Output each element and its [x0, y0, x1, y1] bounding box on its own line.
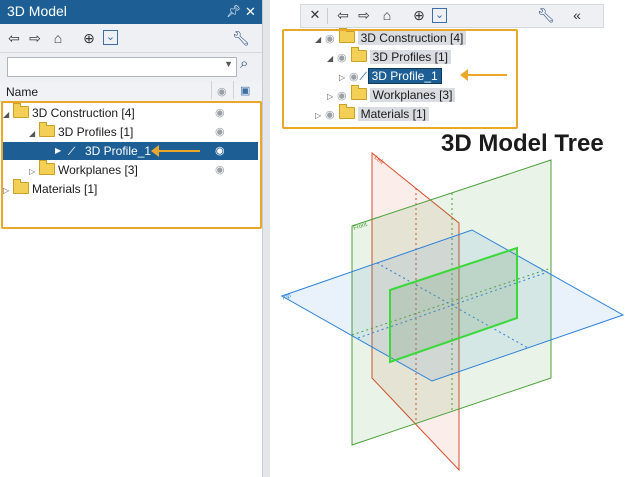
wrench-icon[interactable]: 🔧︎	[232, 30, 250, 46]
home-icon[interactable]: ⌂	[50, 30, 66, 46]
3d-viewport[interactable]: Left Front Top	[270, 140, 637, 477]
expand-icon[interactable]: ⌄	[432, 8, 447, 23]
panel-toolbar: ⇦ ⇨ ⌂ ⊕ ⌄ 🔧︎	[0, 24, 262, 53]
close-icon[interactable]: ✕	[245, 4, 256, 20]
arrow-left-icon[interactable]: ⇦	[6, 30, 22, 46]
wrench-icon[interactable]: 🔧︎	[537, 7, 555, 23]
highlight-box-left	[1, 101, 262, 229]
arrow-right-icon[interactable]: ⇨	[356, 7, 372, 23]
close-icon[interactable]: ✕	[307, 7, 323, 23]
collapse-icon[interactable]: «	[569, 7, 585, 23]
arrow-left-icon[interactable]: ⇦	[335, 7, 351, 23]
home-icon[interactable]: ⌂	[379, 7, 395, 23]
crosshair-icon[interactable]: ⊕	[411, 7, 427, 23]
crosshair-icon[interactable]: ⊕	[81, 30, 97, 46]
search-icon[interactable]: ⌕	[240, 55, 248, 72]
column-name-label: Name	[6, 85, 39, 99]
pin-icon[interactable]: 📌︎	[226, 4, 241, 18]
search-input[interactable]: ▼	[7, 57, 237, 77]
model-panel: 3D Model 📌︎ ✕ ⇦ ⇨ ⌂ ⊕ ⌄ 🔧︎ ▼ ⌕ Name ◉ ▣ …	[0, 0, 262, 477]
box-icon[interactable]: ▣	[240, 84, 250, 97]
tree-column-header: Name ◉ ▣	[0, 81, 262, 102]
viewport-toolbar: ✕ ⇦ ⇨ ⌂ ⊕ ⌄ 🔧︎ «	[300, 4, 604, 28]
panel-title-bar: 3D Model 📌︎ ✕	[0, 0, 262, 24]
highlight-box-right	[282, 29, 518, 129]
eye-icon[interactable]: ◉	[217, 85, 227, 98]
search-dropdown-icon[interactable]: ▼	[224, 59, 233, 69]
arrow-right-icon[interactable]: ⇨	[27, 30, 43, 46]
expand-icon[interactable]: ⌄	[103, 30, 118, 45]
panel-title: 3D Model	[7, 3, 67, 19]
